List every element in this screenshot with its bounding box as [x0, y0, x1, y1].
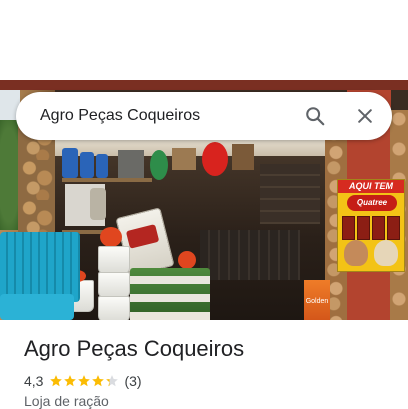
photo-poster: AQUI TEM Quatree — [337, 179, 405, 272]
search-input[interactable]: Agro Peças Coqueiros — [40, 107, 299, 125]
place-category: Loja de ração — [24, 393, 109, 409]
photo-bag-label: Golden — [305, 298, 329, 305]
star-full-icon — [64, 375, 77, 387]
star-full-icon — [50, 375, 63, 387]
search-box[interactable]: Agro Peças Coqueiros — [16, 92, 392, 140]
clear-search-button[interactable] — [349, 100, 381, 132]
photo-red-lamp — [202, 142, 228, 176]
poster-product — [342, 216, 355, 240]
top-whitespace — [0, 0, 408, 80]
photo-bucket — [98, 246, 130, 274]
poster-product — [372, 216, 385, 240]
poster-product — [387, 216, 400, 240]
poster-dog — [374, 240, 398, 266]
photo-green-sacks — [130, 268, 210, 320]
photo-shelf — [62, 178, 152, 182]
search-icon — [306, 107, 325, 126]
star-rating — [49, 374, 119, 388]
star-full-icon — [78, 375, 91, 387]
poster-brand: Quatree — [347, 195, 397, 211]
photo-hanging-basket — [232, 144, 254, 170]
photo-red-lid — [178, 251, 196, 269]
photo-blue-crate — [0, 232, 80, 302]
review-count[interactable]: (3) — [124, 373, 141, 389]
photo-shelf-goods — [118, 150, 144, 178]
photo-green-item — [150, 150, 168, 180]
photo-box — [172, 148, 196, 170]
photo-bag — [90, 188, 106, 220]
rating-row[interactable]: 4,3 (3) — [24, 372, 142, 390]
star-full-icon — [92, 375, 105, 387]
photo-blue-bin — [96, 154, 108, 178]
photo-red-lid — [100, 227, 122, 247]
poster-heading: AQUI TEM — [338, 180, 404, 193]
poster-product — [357, 216, 370, 240]
close-icon — [358, 109, 372, 123]
photo-blue-crate — [0, 294, 74, 320]
photo-blue-bin — [62, 148, 78, 178]
rating-value: 4,3 — [24, 373, 44, 389]
photo-back-shelves — [260, 164, 320, 224]
photo-cages — [200, 230, 300, 280]
place-title[interactable]: Agro Peças Coqueiros — [24, 336, 244, 362]
search-button[interactable] — [299, 100, 331, 132]
photo-bucket — [98, 272, 130, 298]
star-half-icon — [106, 375, 119, 387]
photo-blue-bin — [80, 152, 94, 178]
photo-top-beam — [0, 80, 408, 90]
poster-dog — [344, 240, 368, 266]
photo-bucket — [98, 296, 130, 320]
